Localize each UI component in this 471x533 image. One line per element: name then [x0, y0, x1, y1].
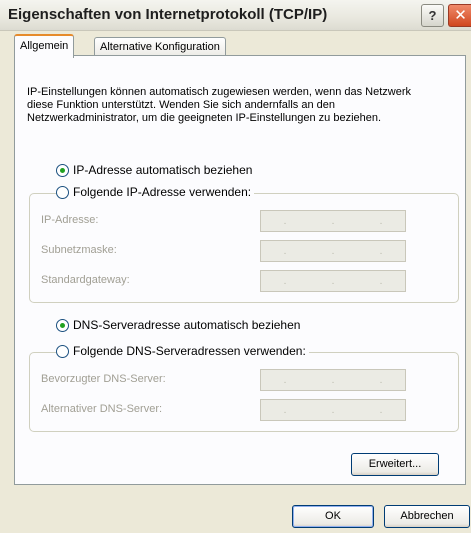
dns-auto-label: DNS-Serveradresse automatisch beziehen [73, 318, 301, 332]
dns-manual-label: Folgende DNS-Serveradressen verwenden: [73, 344, 306, 358]
advanced-button[interactable]: Erweitert... [351, 453, 439, 476]
ok-button[interactable]: OK [292, 505, 374, 528]
alternate-dns-label: Alternativer DNS-Server: [41, 403, 163, 415]
ip-address-label: IP-Adresse: [41, 214, 99, 226]
question-mark-icon: ? [428, 8, 437, 23]
subnet-mask-label: Subnetzmaske: [41, 244, 117, 256]
ip-address-field: ... [260, 210, 406, 232]
radio-checked-icon [56, 163, 69, 177]
window-title: Eigenschaften von Internetprotokoll (TCP… [8, 6, 328, 23]
preferred-dns-field: ... [260, 369, 406, 391]
radio-unchecked-icon [56, 185, 69, 199]
dns-manual-radio[interactable]: Folgende DNS-Serveradressen verwenden: [56, 344, 309, 358]
close-icon: ✕ [454, 7, 467, 24]
alternate-dns-field: ... [260, 399, 406, 421]
title-bar[interactable]: Eigenschaften von Internetprotokoll (TCP… [0, 0, 471, 31]
preferred-dns-label: Bevorzugter DNS-Server: [41, 373, 166, 385]
default-gateway-field: ... [260, 270, 406, 292]
radio-checked-icon [56, 318, 69, 332]
ip-manual-radio[interactable]: Folgende IP-Adresse verwenden: [56, 185, 255, 199]
close-button[interactable]: ✕ [448, 4, 471, 27]
ip-auto-label: IP-Adresse automatisch beziehen [73, 163, 253, 177]
help-button[interactable]: ? [421, 4, 444, 27]
ip-auto-radio[interactable]: IP-Adresse automatisch beziehen [56, 163, 256, 177]
default-gateway-label: Standardgateway: [41, 274, 130, 286]
dns-auto-radio[interactable]: DNS-Serveradresse automatisch beziehen [56, 318, 304, 332]
radio-unchecked-icon [56, 344, 69, 358]
subnet-mask-field: ... [260, 240, 406, 262]
tab-alternative-konfiguration[interactable]: Alternative Konfiguration [94, 37, 226, 56]
tcpip-properties-dialog: Eigenschaften von Internetprotokoll (TCP… [0, 0, 471, 533]
tab-panel-allgemein: IP-Einstellungen können automatisch zuge… [14, 55, 466, 485]
tab-allgemein[interactable]: Allgemein [14, 34, 75, 58]
cancel-button[interactable]: Abbrechen [384, 505, 470, 528]
ip-manual-label: Folgende IP-Adresse verwenden: [73, 185, 252, 199]
intro-text: IP-Einstellungen können automatisch zuge… [27, 86, 411, 124]
